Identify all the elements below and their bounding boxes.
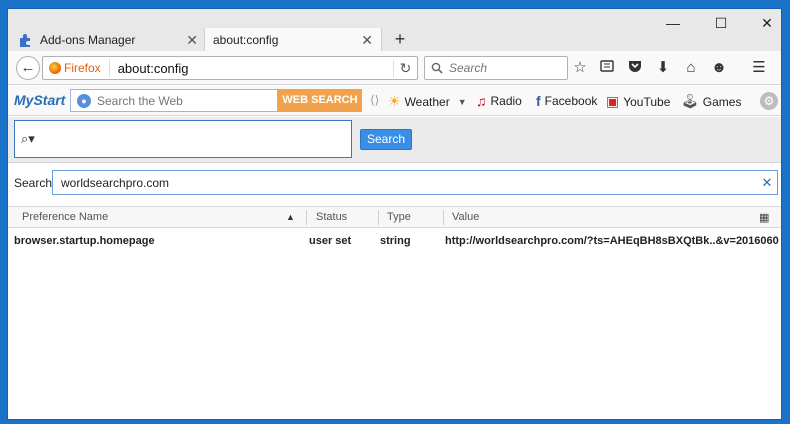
close-tab-icon[interactable]: ✕	[361, 32, 373, 49]
pref-status-cell: user set	[309, 235, 352, 247]
navigation-toolbar: ← Firefox about:config ↻ ☆ ⬇ ⌂ ☻ ☰	[8, 51, 781, 85]
column-divider[interactable]	[443, 210, 444, 225]
config-search-button[interactable]: Search	[360, 129, 412, 150]
tab-addons-manager[interactable]: Add-ons Manager ✕	[8, 28, 206, 51]
facebook-label: Facebook	[544, 94, 598, 108]
column-picker-icon[interactable]: ▦	[759, 211, 769, 224]
url-bar[interactable]: Firefox about:config ↻	[42, 56, 418, 80]
facebook-icon: f	[536, 93, 541, 109]
joystick-icon: 🕹	[681, 93, 699, 109]
sort-ascending-icon[interactable]: ▲	[286, 212, 295, 222]
smiley-feedback-icon[interactable]: ☻	[710, 59, 728, 77]
gear-icon[interactable]: ⚙	[760, 92, 778, 110]
mystart-toolbar: MyStart ● WEB SEARCH ⟨⟩ ☀ Weather ▼ ♫ Ra…	[8, 86, 781, 116]
download-arrow-icon[interactable]: ⬇	[654, 59, 672, 77]
tab-label: about:config	[213, 32, 279, 47]
column-divider[interactable]	[306, 210, 307, 225]
mystart-logo-text: MyStart	[14, 92, 66, 108]
search-icon: ●	[77, 93, 91, 108]
identity-label: Firefox	[64, 61, 101, 75]
games-item[interactable]: 🕹 Games	[681, 93, 741, 110]
firefox-logo-icon	[49, 62, 61, 74]
column-header-type[interactable]: Type	[387, 211, 411, 223]
table-header: Preference Name ▲ Status Type Value ▦	[8, 206, 781, 228]
table-row[interactable]: browser.startup.homepage user set string…	[8, 231, 781, 251]
web-search-button[interactable]: WEB SEARCH	[278, 89, 362, 112]
filter-box[interactable]: ✕	[52, 170, 778, 195]
browser-search-bar[interactable]	[424, 56, 568, 80]
pref-name-cell: browser.startup.homepage	[14, 235, 155, 247]
youtube-icon: ▣	[606, 93, 620, 109]
config-search-box[interactable]: ⌕▾	[14, 120, 352, 158]
facebook-item[interactable]: f Facebook	[536, 93, 597, 109]
column-divider[interactable]	[378, 210, 379, 225]
sun-icon: ☀	[388, 93, 401, 109]
url-text[interactable]: about:config	[110, 61, 393, 76]
mystart-logo[interactable]: MyStart	[14, 92, 65, 108]
headphones-icon: ♫	[476, 93, 487, 109]
close-tab-icon[interactable]: ✕	[186, 32, 198, 49]
tab-about-config[interactable]: about:config ✕	[204, 28, 382, 51]
column-header-value[interactable]: Value	[452, 211, 479, 223]
back-arrow-icon[interactable]: ←	[16, 56, 40, 80]
youtube-item[interactable]: ▣ YouTube	[606, 93, 670, 110]
pocket-icon[interactable]	[626, 59, 644, 77]
radio-label: Radio	[490, 94, 522, 108]
radio-item[interactable]: ♫ Radio	[476, 93, 522, 109]
reading-list-icon[interactable]	[598, 59, 616, 77]
pref-type-cell: string	[380, 235, 411, 247]
maximize-icon[interactable]: ☐	[706, 15, 736, 32]
youtube-label: YouTube	[623, 94, 671, 109]
title-bar: Add-ons Manager ✕ about:config ✕ + — ☐ ✕	[8, 9, 781, 51]
browser-search-input[interactable]	[449, 61, 559, 75]
filter-label: Search:	[14, 176, 56, 190]
filter-row: Search: ✕	[8, 168, 781, 198]
mystart-search-box[interactable]: ●	[70, 89, 278, 112]
puzzle-piece-icon	[20, 33, 30, 47]
pref-value-cell: http://worldsearchpro.com/?ts=AHEqBH8sBX…	[445, 235, 779, 247]
browser-window: Add-ons Manager ✕ about:config ✕ + — ☐ ✕…	[7, 8, 782, 420]
toolbar-divider-icon: ⟨⟩	[370, 93, 380, 107]
config-search-band: ⌕▾ Search	[8, 117, 781, 163]
mystart-search-input[interactable]	[97, 93, 273, 108]
home-icon[interactable]: ⌂	[682, 59, 700, 77]
reload-icon[interactable]: ↻	[393, 59, 417, 77]
window-close-icon[interactable]: ✕	[752, 15, 781, 32]
column-header-preference-name[interactable]: Preference Name	[22, 211, 108, 223]
chevron-down-icon[interactable]: ▼	[458, 97, 467, 107]
clear-filter-icon[interactable]: ✕	[757, 175, 777, 191]
about-config-page: ⌕▾ Search Search: ✕ Preference Name ▲ St…	[8, 117, 781, 419]
bookmark-star-icon[interactable]: ☆	[571, 59, 589, 77]
column-header-status[interactable]: Status	[316, 211, 347, 223]
games-label: Games	[702, 94, 742, 109]
filter-input[interactable]	[61, 175, 757, 190]
tab-label: Add-ons Manager	[40, 32, 136, 47]
hamburger-menu-icon[interactable]: ☰	[750, 59, 768, 77]
minimize-icon[interactable]: —	[658, 15, 688, 31]
search-dropdown-icon[interactable]: ⌕▾	[21, 131, 35, 147]
weather-item[interactable]: ☀ Weather ▼	[388, 93, 467, 110]
new-tab-plus-icon[interactable]: +	[388, 28, 412, 51]
weather-label: Weather	[404, 94, 450, 109]
site-identity[interactable]: Firefox	[43, 59, 110, 77]
search-icon	[431, 62, 443, 74]
